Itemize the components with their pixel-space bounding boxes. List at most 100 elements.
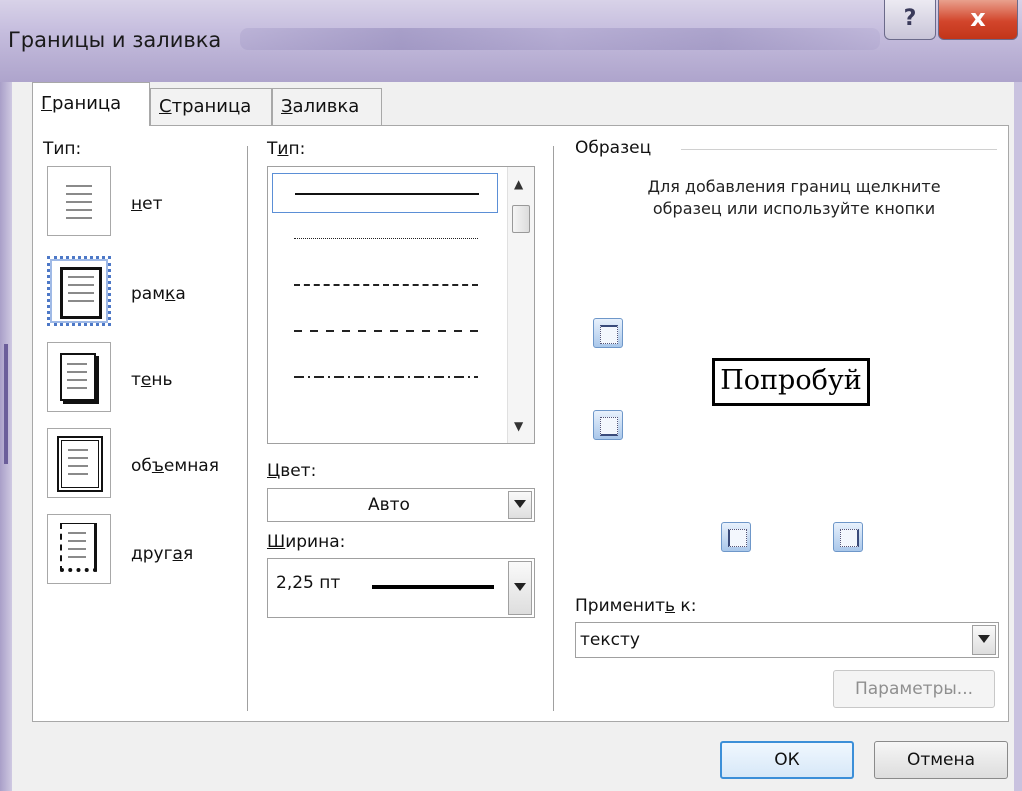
- chevron-down-icon: [514, 583, 526, 591]
- dialog-title: Границы и заливка: [8, 28, 222, 52]
- setting-box-thumb[interactable]: [47, 256, 111, 326]
- tab-label-accel: З: [281, 96, 293, 117]
- ok-button[interactable]: ОК: [720, 741, 854, 779]
- top-border-button[interactable]: [593, 318, 623, 348]
- label-part: вет:: [280, 461, 317, 481]
- width-dropdown[interactable]: 2,25 пт: [267, 558, 535, 618]
- dropdown-button[interactable]: [508, 491, 532, 519]
- width-value: 2,25 пт: [276, 573, 341, 593]
- label-part: нь: [151, 370, 173, 390]
- window-left-edge: [0, 82, 12, 791]
- top-border-icon: [600, 325, 618, 344]
- label-accel: и: [277, 139, 289, 159]
- color-value: Авто: [368, 495, 410, 515]
- apply-to-label: Применить к:: [575, 596, 696, 616]
- setting-custom-label[interactable]: другая: [131, 544, 193, 564]
- setting-shadow-thumb[interactable]: [47, 342, 111, 412]
- close-button[interactable]: x: [938, 0, 1018, 40]
- label-part: а: [175, 284, 186, 304]
- bottom-border-button[interactable]: [593, 410, 623, 440]
- options-button[interactable]: Параметры...: [833, 670, 995, 708]
- label-part: я: [182, 544, 194, 564]
- apply-to-dropdown[interactable]: тексту: [575, 622, 999, 658]
- divider: [247, 146, 248, 711]
- scroll-thumb[interactable]: [512, 205, 530, 233]
- line-sample: [294, 376, 478, 378]
- color-dropdown[interactable]: Авто: [267, 488, 535, 522]
- setting-label: Тип:: [43, 139, 82, 159]
- style-fine-dashed[interactable]: [272, 265, 498, 305]
- tab-panel-border: Тип: нет рамка тень объемная другая Тип:: [32, 125, 1009, 722]
- label-accel: ъ: [151, 456, 164, 476]
- tab-label-accel: С: [159, 96, 172, 117]
- custom-icon: [60, 523, 97, 572]
- line-sample: [294, 238, 478, 239]
- chevron-down-icon: [978, 635, 990, 643]
- borders-shading-dialog: Границы и заливка ? x Граница Страница З…: [0, 0, 1022, 791]
- dropdown-button[interactable]: [972, 625, 996, 655]
- none-icon: [66, 185, 92, 225]
- blurred-background: [240, 28, 880, 50]
- shadow-lines: [67, 363, 87, 395]
- help-icon: ?: [903, 6, 917, 31]
- custom-lines: [68, 532, 86, 564]
- preview-sample[interactable]: Попробуй: [712, 358, 870, 406]
- 3d-icon: [57, 436, 103, 492]
- label-part: емная: [163, 456, 219, 476]
- help-button[interactable]: ?: [884, 0, 936, 40]
- scroll-down-icon[interactable]: ▼: [514, 419, 523, 433]
- tab-label-part: аливка: [292, 96, 360, 117]
- style-label: Тип:: [267, 139, 305, 159]
- line-sample: [294, 330, 478, 332]
- label-part: т: [131, 370, 141, 390]
- tab-shading[interactable]: Заливка: [272, 88, 382, 126]
- right-border-button[interactable]: [833, 522, 863, 552]
- title-bar[interactable]: Границы и заливка ? x: [0, 0, 1022, 82]
- bottom-border-icon: [600, 417, 618, 436]
- label-accel: Ц: [267, 461, 281, 481]
- width-label: Ширина:: [267, 532, 345, 552]
- width-line-sample: [372, 585, 494, 589]
- label-part: ет: [142, 194, 163, 214]
- label-part: к:: [675, 596, 697, 616]
- label-part: об: [131, 456, 152, 476]
- line-style-list[interactable]: ▲ ▼: [267, 166, 535, 444]
- edge-mark: [4, 344, 8, 464]
- left-border-icon: [728, 529, 747, 547]
- tab-label-accel: Г: [41, 93, 52, 114]
- label-part: Применит: [575, 596, 665, 616]
- setting-box-label[interactable]: рамка: [131, 284, 186, 304]
- label-part: Т: [267, 139, 278, 159]
- cancel-button[interactable]: Отмена: [874, 741, 1008, 779]
- tab-border[interactable]: Граница: [32, 82, 150, 126]
- left-border-button[interactable]: [721, 522, 751, 552]
- style-dashed[interactable]: [272, 311, 498, 351]
- dropdown-button[interactable]: [508, 561, 532, 615]
- apply-to-value: тексту: [580, 630, 640, 650]
- setting-shadow-label[interactable]: тень: [131, 370, 173, 390]
- scroll-up-icon[interactable]: ▲: [514, 177, 523, 191]
- label-part: ирина:: [285, 532, 346, 552]
- label-accel: а: [172, 544, 183, 564]
- preview-title: Образец: [575, 138, 652, 158]
- style-solid[interactable]: [272, 173, 498, 213]
- style-dash-dot[interactable]: [272, 357, 498, 397]
- preview-hint: Для добавления границ щелкните образец и…: [647, 177, 941, 218]
- style-dotted[interactable]: [272, 219, 498, 259]
- shadow-icon: [60, 353, 96, 401]
- setting-none-thumb[interactable]: [47, 166, 111, 236]
- tab-page[interactable]: Страница: [150, 88, 272, 126]
- label-accel: е: [140, 370, 152, 390]
- setting-none-label[interactable]: нет: [131, 194, 163, 214]
- setting-3d-label[interactable]: объемная: [131, 456, 219, 476]
- line-sample: [294, 284, 478, 286]
- divider: [553, 146, 554, 711]
- setting-custom-thumb[interactable]: [47, 514, 111, 584]
- style-list-scrollbar[interactable]: ▲ ▼: [507, 167, 534, 443]
- setting-3d-thumb[interactable]: [47, 428, 111, 498]
- box-icon: [60, 267, 102, 319]
- box-lines: [68, 276, 94, 308]
- tab-label-part: траница: [171, 96, 252, 117]
- preview-rule: [681, 149, 997, 150]
- right-border-icon: [840, 529, 859, 547]
